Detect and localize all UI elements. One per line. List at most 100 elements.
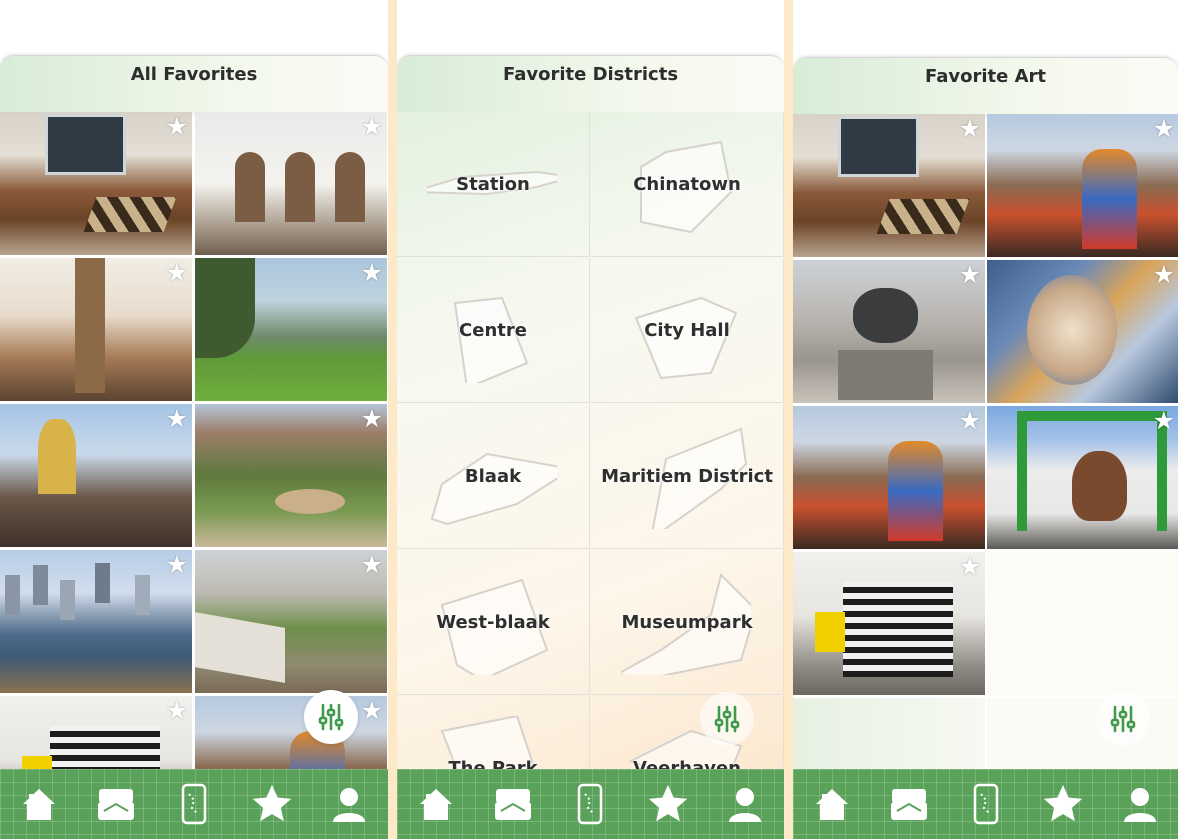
favorite-tile-chess-cafe[interactable]: ★ xyxy=(0,112,192,255)
star-icon[interactable]: ★ xyxy=(166,115,188,140)
star-icon[interactable]: ★ xyxy=(1153,409,1175,434)
district-label: Maritiem District xyxy=(601,466,773,487)
favorite-tile-ivy-courtyard[interactable]: ★ xyxy=(195,404,387,547)
star-icon[interactable]: ★ xyxy=(361,699,383,724)
nav-profile[interactable] xyxy=(716,774,774,834)
art-tile-green-wall-mural[interactable]: ★ xyxy=(987,406,1178,549)
district-tile-chinatown[interactable]: Chinatown xyxy=(591,112,784,257)
star-icon[interactable]: ★ xyxy=(959,409,981,434)
district-tile-west-blaak[interactable]: West-blaak xyxy=(397,550,590,695)
nav-home[interactable] xyxy=(407,774,465,834)
tickets-icon xyxy=(495,789,532,820)
bottom-nav xyxy=(397,769,784,839)
header: Favorite Art xyxy=(793,57,1178,117)
star-icon[interactable]: ★ xyxy=(361,115,383,140)
art-tile-monkey-statue[interactable]: ★ xyxy=(793,260,985,403)
district-tile-blaak[interactable]: Blaak xyxy=(397,404,590,549)
page-title: All Favorites xyxy=(130,64,258,85)
tickets-icon xyxy=(890,789,927,820)
district-label: City Hall xyxy=(644,320,730,341)
phone-map-icon xyxy=(181,783,207,825)
district-tile-museumpark[interactable]: Museumpark xyxy=(591,550,784,695)
filter-button[interactable] xyxy=(304,690,358,744)
art-tile-empty xyxy=(987,698,1178,769)
district-label: Station xyxy=(456,174,530,195)
filter-sliders-icon xyxy=(318,703,344,731)
district-tile-the-park[interactable]: The Park xyxy=(397,696,590,769)
district-label: Centre xyxy=(459,320,527,341)
screen-favorite-art: Favorite Art ★ ★ ★ ★ ★ ★ ★ xyxy=(793,0,1178,839)
nav-favorites[interactable] xyxy=(1034,774,1092,834)
home-icon xyxy=(419,789,452,820)
profile-icon xyxy=(333,788,366,822)
favorite-tile-striped-house[interactable]: ★ xyxy=(0,696,192,769)
star-icon[interactable]: ★ xyxy=(361,553,383,578)
nav-home[interactable] xyxy=(803,774,861,834)
district-label: West-blaak xyxy=(436,612,550,633)
star-icon[interactable]: ★ xyxy=(166,553,188,578)
favorite-tile-courtyard-market[interactable]: ★ xyxy=(195,550,387,693)
header: All Favorites xyxy=(0,55,388,115)
nav-favorites[interactable] xyxy=(243,774,301,834)
star-icon[interactable]: ★ xyxy=(361,407,383,432)
nav-map[interactable] xyxy=(561,774,619,834)
favorite-tile-skyline-mural[interactable]: ★ xyxy=(195,696,387,769)
star-icon xyxy=(1043,784,1082,822)
star-icon[interactable]: ★ xyxy=(959,555,981,580)
nav-profile[interactable] xyxy=(320,774,378,834)
art-tile-skyline-mural[interactable]: ★ xyxy=(987,114,1178,257)
nav-tickets[interactable] xyxy=(880,774,938,834)
phone-map-icon xyxy=(578,783,603,825)
header: Favorite Districts xyxy=(397,55,784,115)
nav-map[interactable] xyxy=(165,774,223,834)
district-label: The Park xyxy=(448,758,538,769)
filter-button[interactable] xyxy=(1096,692,1150,746)
star-icon[interactable]: ★ xyxy=(1153,117,1175,142)
districts-grid: Station Chinatown Centre City Hall Blaak… xyxy=(397,112,784,769)
district-label: Blaak xyxy=(464,466,522,487)
filter-sliders-icon xyxy=(1110,705,1136,733)
district-tile-city-hall[interactable]: City Hall xyxy=(591,258,784,403)
nav-tickets[interactable] xyxy=(87,774,145,834)
screen-favorite-districts: Favorite Districts Station Chinatown Cen… xyxy=(397,0,784,839)
bottom-nav xyxy=(0,769,388,839)
star-icon[interactable]: ★ xyxy=(166,699,188,724)
favorite-tile-river-skyline[interactable]: ★ xyxy=(0,550,192,693)
star-icon xyxy=(252,784,291,822)
favorite-tile-arched-facade[interactable]: ★ xyxy=(195,112,387,255)
filter-sliders-icon xyxy=(714,705,740,733)
phone-map-icon xyxy=(973,783,998,825)
district-tile-station[interactable]: Station xyxy=(397,112,590,257)
favorite-tile-cat-cafe[interactable]: ★ xyxy=(0,258,192,401)
nav-home[interactable] xyxy=(10,774,68,834)
star-icon[interactable]: ★ xyxy=(166,407,188,432)
art-tile-street-mural[interactable]: ★ xyxy=(793,406,985,549)
filter-button[interactable] xyxy=(700,692,754,746)
district-label: Chinatown xyxy=(633,174,741,195)
art-tile-empty xyxy=(987,552,1178,695)
star-icon[interactable]: ★ xyxy=(166,261,188,286)
district-tile-centre[interactable]: Centre xyxy=(397,258,590,403)
nav-tickets[interactable] xyxy=(484,774,542,834)
nav-profile[interactable] xyxy=(1111,774,1169,834)
art-tile-chess-cafe[interactable]: ★ xyxy=(793,114,985,257)
screen-all-favorites: All Favorites ★ ★ ★ ★ ★ ★ ★ ★ ★ ★ xyxy=(0,0,388,839)
page-title: Favorite Art xyxy=(924,66,1047,87)
district-tile-maritiem[interactable]: Maritiem District xyxy=(591,404,784,549)
nav-favorites[interactable] xyxy=(639,774,697,834)
art-tile-face-mural[interactable]: ★ xyxy=(987,260,1178,403)
art-tile-striped-house[interactable]: ★ xyxy=(793,552,985,695)
home-icon xyxy=(22,789,55,820)
favorite-tile-terrace[interactable]: ★ xyxy=(0,404,192,547)
profile-icon xyxy=(729,788,762,822)
star-icon[interactable]: ★ xyxy=(361,261,383,286)
district-label: Veerhaven xyxy=(633,758,741,769)
star-icon[interactable]: ★ xyxy=(959,263,981,288)
art-grid: ★ ★ ★ ★ ★ ★ ★ xyxy=(793,114,1178,769)
star-icon[interactable]: ★ xyxy=(959,117,981,142)
district-tile-veerhaven[interactable]: Veerhaven xyxy=(591,696,784,769)
page-title: Favorite Districts xyxy=(502,64,679,85)
nav-map[interactable] xyxy=(957,774,1015,834)
favorite-tile-park-lawn[interactable]: ★ xyxy=(195,258,387,401)
star-icon[interactable]: ★ xyxy=(1153,263,1175,288)
